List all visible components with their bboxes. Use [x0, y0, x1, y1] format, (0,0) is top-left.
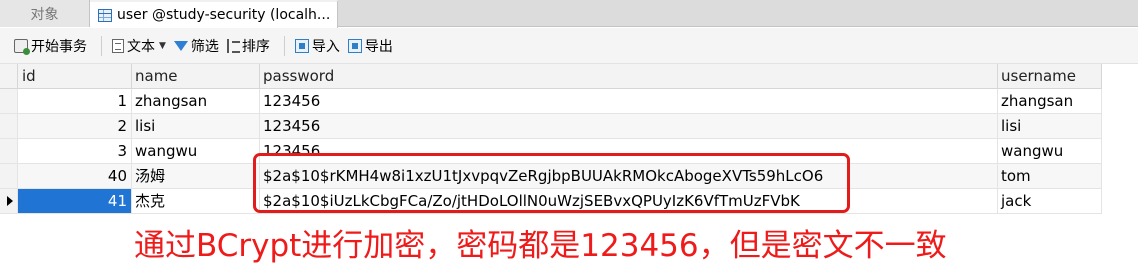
tab-objects-label: 对象: [30, 6, 59, 23]
cell-username[interactable]: lisi: [998, 114, 1102, 139]
column-header-name[interactable]: name: [132, 64, 260, 89]
import-label: 导入: [311, 38, 340, 55]
begin-transaction-button[interactable]: 开始事务: [12, 34, 89, 58]
sort-button[interactable]: 排序: [225, 34, 272, 58]
table-row[interactable]: 2 lisi 123456 lisi: [0, 114, 1138, 139]
cell-username[interactable]: jack: [998, 189, 1102, 214]
cell-name[interactable]: zhangsan: [132, 89, 260, 114]
row-filler: [1102, 114, 1138, 139]
table-row[interactable]: 3 wangwu 123456 wangwu: [0, 139, 1138, 164]
annotation-caption: 通过BCrypt进行加密，密码都是123456，但是密文不一致: [134, 228, 947, 264]
cell-name[interactable]: lisi: [132, 114, 260, 139]
column-header-id[interactable]: id: [18, 64, 132, 89]
row-filler: [1102, 89, 1138, 114]
text-button[interactable]: 文本 ▼: [110, 34, 168, 58]
row-indicator[interactable]: [0, 139, 18, 164]
header-filler: [1102, 64, 1138, 89]
table-row-selected[interactable]: 41 杰克 $2a$10$iUzLkCbgFCa/Zo/jtHDoLOllN0u…: [0, 189, 1138, 214]
row-filler: [1102, 139, 1138, 164]
cell-id[interactable]: 2: [18, 114, 132, 139]
column-header-password[interactable]: password: [260, 64, 998, 89]
cell-password[interactable]: 123456: [260, 114, 998, 139]
toolbar: 开始事务 文本 ▼ 筛选 排序 导入 导出: [0, 28, 1138, 64]
cell-password[interactable]: 123456: [260, 89, 998, 114]
caret-down-icon: ▼: [159, 40, 166, 51]
grid-header-row: id name password username: [0, 64, 1138, 89]
sort-label: 排序: [241, 38, 270, 55]
cell-name[interactable]: wangwu: [132, 139, 260, 164]
row-indicator[interactable]: [0, 89, 18, 114]
cell-id[interactable]: 1: [18, 89, 132, 114]
cell-password[interactable]: $2a$10$rKMH4w8i1xzU1tJxvpqvZeRgjbpBUUAkR…: [260, 164, 998, 189]
cell-username[interactable]: zhangsan: [998, 89, 1102, 114]
row-indicator[interactable]: [0, 114, 18, 139]
sort-icon: [226, 38, 240, 53]
toolbar-separator: [101, 35, 102, 56]
tab-objects[interactable]: 对象: [0, 0, 90, 27]
filter-label: 筛选: [190, 38, 219, 55]
row-indicator[interactable]: [0, 164, 18, 189]
cell-username[interactable]: wangwu: [998, 139, 1102, 164]
toolbar-separator: [283, 35, 285, 56]
row-filler: [1102, 189, 1138, 214]
cell-username[interactable]: tom: [998, 164, 1102, 189]
import-icon: [294, 38, 309, 53]
tab-bar: 对象 user @study-security (localh...: [0, 0, 1138, 28]
export-label: 导出: [364, 38, 393, 55]
export-button[interactable]: 导出: [346, 34, 395, 58]
cell-name[interactable]: 汤姆: [132, 164, 260, 189]
filter-icon: [173, 40, 188, 51]
row-filler: [1102, 164, 1138, 189]
cell-id[interactable]: 40: [18, 164, 132, 189]
cell-password[interactable]: $2a$10$iUzLkCbgFCa/Zo/jtHDoLOllN0uWzjSEB…: [260, 189, 998, 214]
row-pointer-icon[interactable]: [0, 189, 18, 214]
transaction-icon: [14, 38, 30, 55]
column-header-username[interactable]: username: [998, 64, 1102, 89]
cell-name[interactable]: 杰克: [132, 189, 260, 214]
cell-password[interactable]: 123456: [260, 139, 998, 164]
text-icon: [112, 38, 124, 53]
begin-transaction-label: 开始事务: [31, 38, 87, 55]
table-row[interactable]: 40 汤姆 $2a$10$rKMH4w8i1xzU1tJxvpqvZeRgjbp…: [0, 164, 1138, 189]
filter-button[interactable]: 筛选: [172, 34, 221, 58]
table-row[interactable]: 1 zhangsan 123456 zhangsan: [0, 89, 1138, 114]
table-icon: [98, 8, 112, 22]
export-icon: [347, 38, 362, 53]
import-button[interactable]: 导入: [293, 34, 342, 58]
row-indicator-header: [0, 64, 18, 89]
cell-id[interactable]: 3: [18, 139, 132, 164]
tab-user-table-label: user @study-security (localh...: [117, 7, 331, 23]
tab-user-table[interactable]: user @study-security (localh...: [90, 0, 338, 28]
cell-id[interactable]: 41: [18, 189, 132, 214]
text-label: 文本: [127, 38, 155, 55]
